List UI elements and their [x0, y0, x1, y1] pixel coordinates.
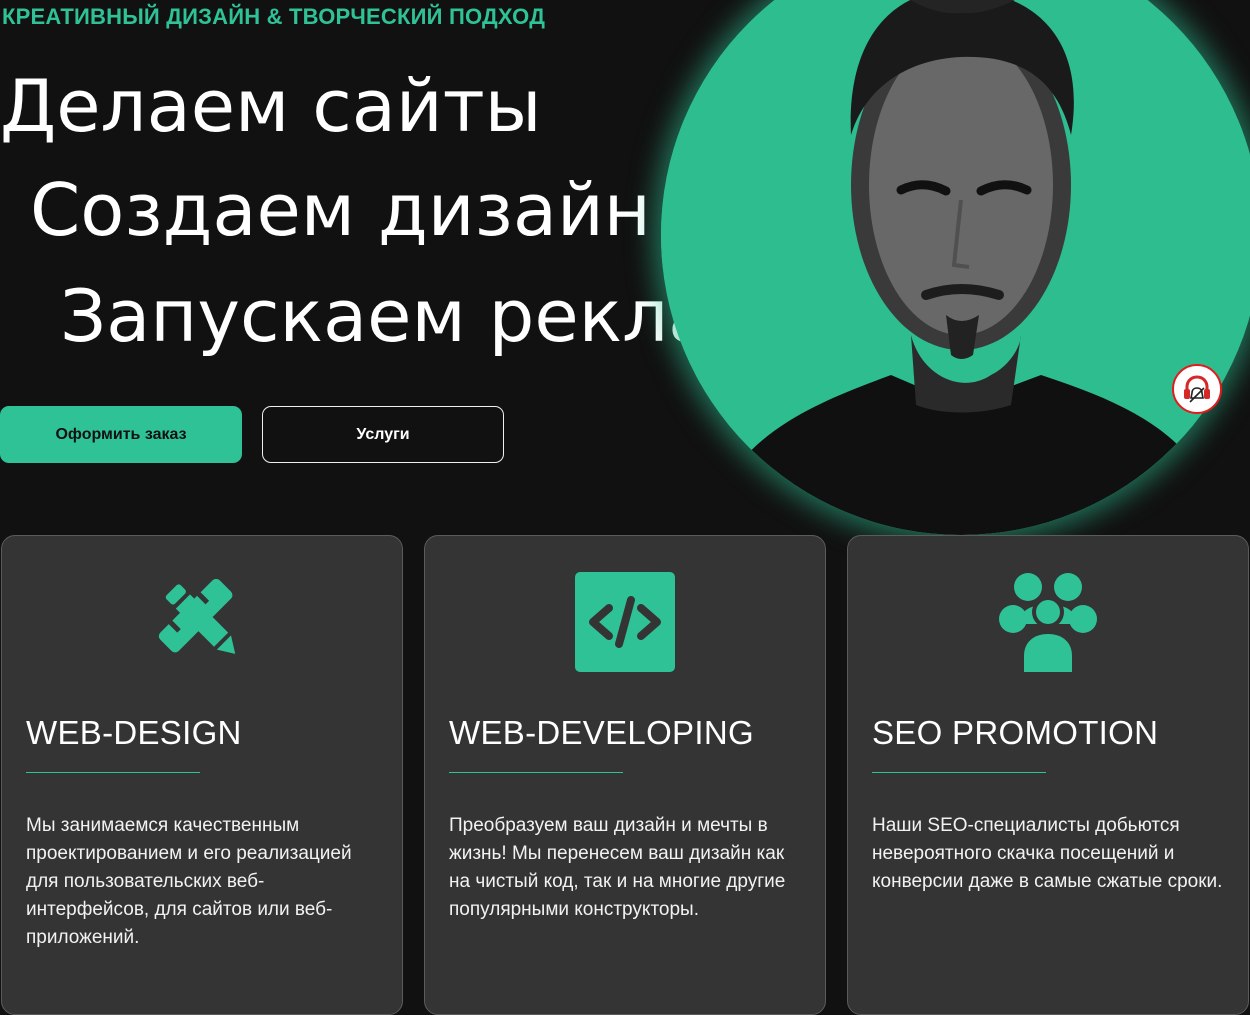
card-title: WEB-DESIGN — [26, 714, 242, 751]
pencil-ruler-icon — [158, 578, 236, 654]
card-divider — [872, 772, 1046, 773]
order-button[interactable]: Оформить заказ — [0, 406, 242, 463]
service-card-web-design: WEB-DESIGN Мы занимаемся качественным пр… — [1, 535, 403, 1015]
card-description: Преобразуем ваш дизайн и мечты в жизнь! … — [449, 815, 786, 920]
support-widget-button[interactable] — [1172, 364, 1222, 414]
service-card-web-developing: WEB-DEVELOPING Преобразуем ваш дизайн и … — [424, 535, 826, 1015]
headset-icon — [1184, 375, 1210, 403]
card-description: Мы занимаемся качественным проектировани… — [26, 815, 352, 948]
hero-portrait — [661, 0, 1250, 535]
hero-eyebrow: КРЕАТИВНЫЙ ДИЗАЙН & ТВОРЧЕСКИЙ ПОДХОД — [2, 4, 546, 29]
portrait-photo — [661, 0, 1250, 535]
card-divider — [449, 772, 623, 773]
card-title: SEO PROMOTION — [872, 714, 1159, 751]
users-group-icon — [999, 573, 1097, 672]
service-card-seo-promotion: SEO PROMOTION Наши SEO-специалисты добью… — [847, 535, 1249, 1015]
card-title: WEB-DEVELOPING — [449, 714, 754, 751]
card-divider — [26, 772, 200, 773]
code-icon — [575, 572, 675, 672]
hero-headline-line-2: Создаем дизайн — [30, 168, 651, 252]
card-description: Наши SEO-специалисты добьются невероятно… — [872, 815, 1223, 892]
services-button[interactable]: Услуги — [262, 406, 504, 463]
hero-headline-line-1: Делаем сайты — [0, 64, 542, 148]
